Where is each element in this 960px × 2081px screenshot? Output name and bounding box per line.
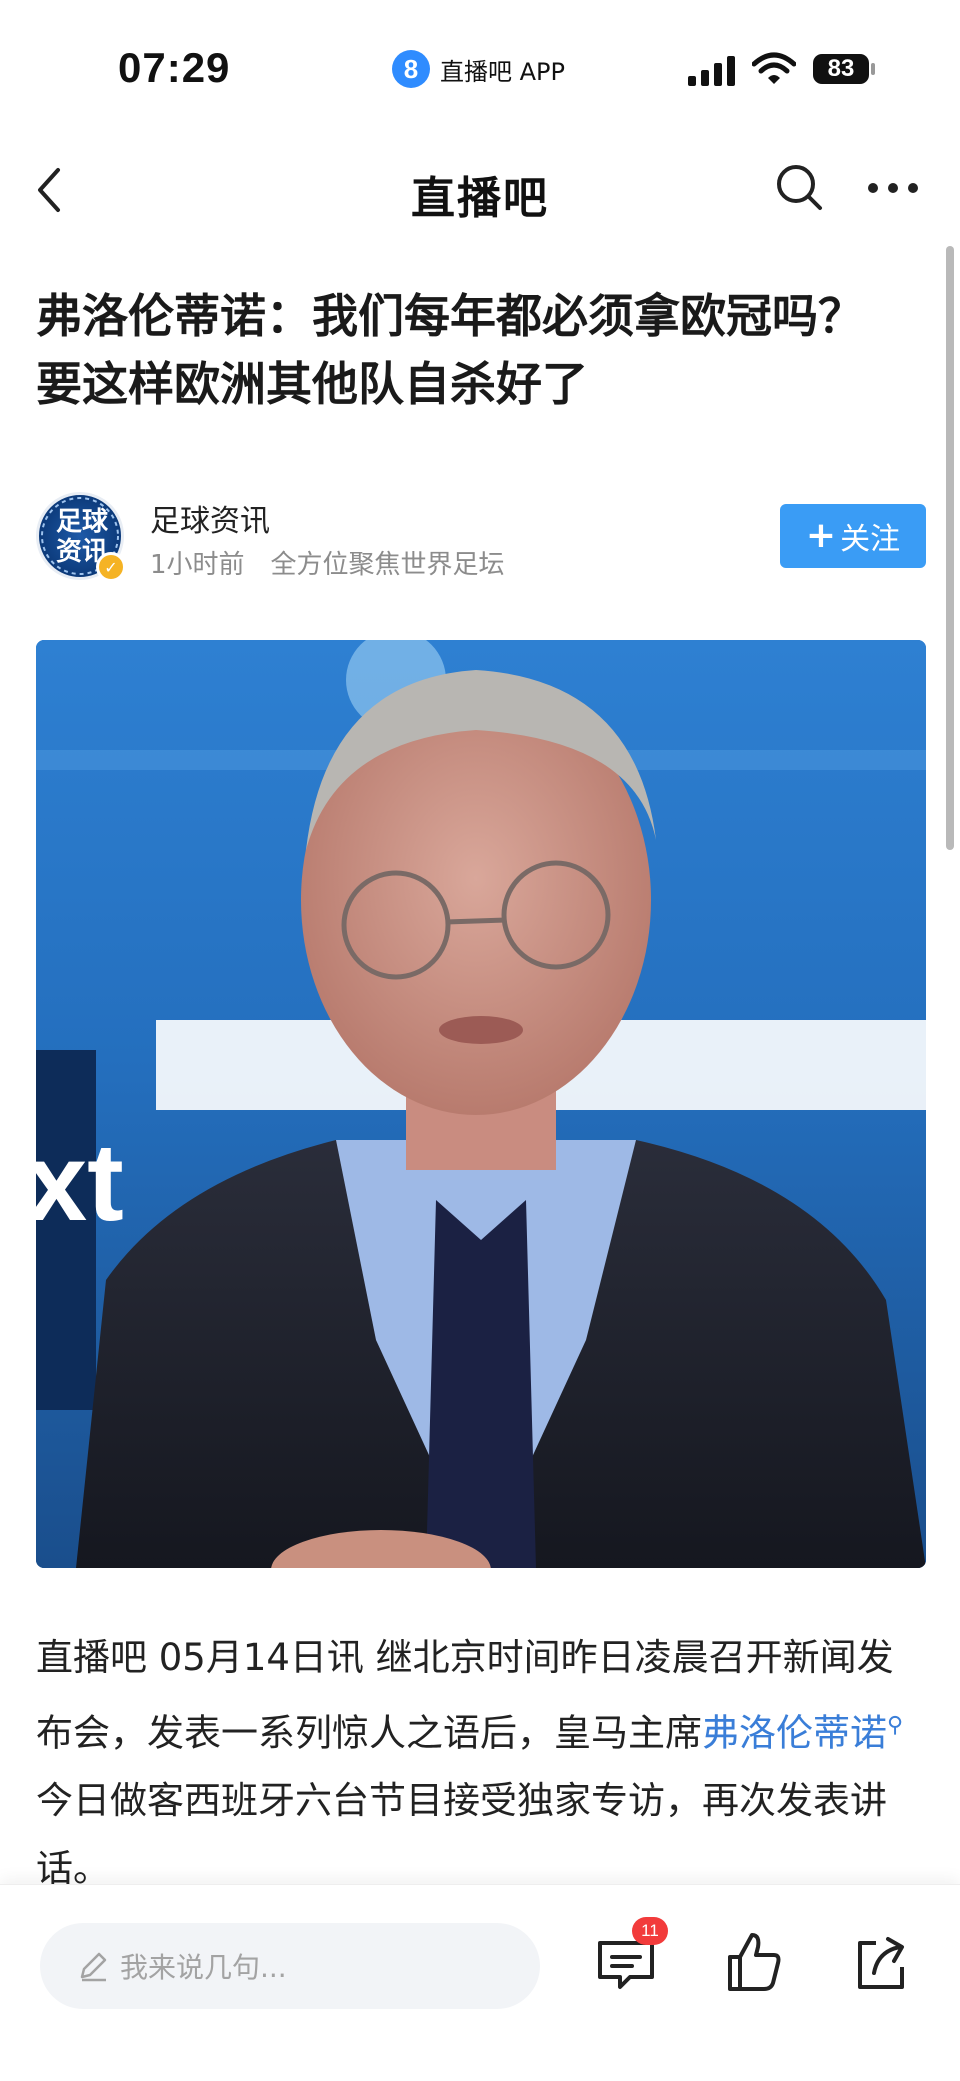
author-meta: 1小时前 全方位聚焦世界足坛 xyxy=(150,544,505,581)
more-icon[interactable] xyxy=(866,176,920,200)
plus-icon: + xyxy=(805,515,837,556)
comment-count-badge: 11 xyxy=(632,1917,668,1945)
publish-time: 1小时前 xyxy=(150,550,245,580)
scrollbar[interactable] xyxy=(946,246,954,850)
wifi-icon xyxy=(752,52,796,84)
bottom-action-bar: 我来说几句... 11 xyxy=(0,1884,960,2081)
comment-input[interactable]: 我来说几句... xyxy=(40,1923,540,2009)
search-icon[interactable] xyxy=(774,160,826,216)
share-icon[interactable] xyxy=(856,1935,906,1991)
nav-bar: 直播吧 xyxy=(0,140,960,240)
thumbs-up-icon[interactable] xyxy=(726,1931,782,1993)
svg-text:xt: xt xyxy=(36,1121,124,1244)
photo-illustration: xt xyxy=(36,640,926,1568)
pencil-icon xyxy=(80,1952,107,1982)
app-logo-icon: 8 xyxy=(392,50,430,88)
article-photo[interactable]: xt xyxy=(36,640,926,1568)
app-name: 直播吧 APP xyxy=(440,57,565,86)
article-text-after: 今日做客西班牙六台节目接受独家专访，再次发表讲话。 xyxy=(36,1779,887,1891)
verified-icon: ✓ xyxy=(96,552,126,582)
follow-button[interactable]: + 关注 xyxy=(780,504,926,568)
comment-icon[interactable] xyxy=(596,1937,656,1993)
author-row: 足球资讯 ✓ 足球资讯 1小时前 全方位聚焦世界足坛 + 关注 xyxy=(36,492,926,582)
article-headline: 弗洛伦蒂诺：我们每年都必须拿欧冠吗？要这样欧洲其他队自杀好了 xyxy=(36,289,864,411)
comment-placeholder: 我来说几句... xyxy=(120,1951,287,1984)
follow-label: 关注 xyxy=(840,522,901,557)
status-time: 07:29 xyxy=(118,44,231,91)
article-body: 直播吧 05月14日讯 继北京时间昨日凌晨召开新闻发布会，发表一系列惊人之语后，… xyxy=(36,1624,926,1903)
keyword-link[interactable]: 弗洛伦蒂诺 xyxy=(702,1711,887,1754)
cellular-signal-icon xyxy=(688,56,735,86)
author-description: 全方位聚焦世界足坛 xyxy=(270,550,505,580)
keyword-search-icon[interactable]: ⚲ xyxy=(887,1713,903,1738)
author-name[interactable]: 足球资讯 xyxy=(150,496,270,540)
status-bar: 07:29 8 直播吧 APP 83 xyxy=(0,0,960,140)
app-indicator: 8 直播吧 APP xyxy=(392,50,565,88)
battery-level: 83 xyxy=(827,55,855,82)
